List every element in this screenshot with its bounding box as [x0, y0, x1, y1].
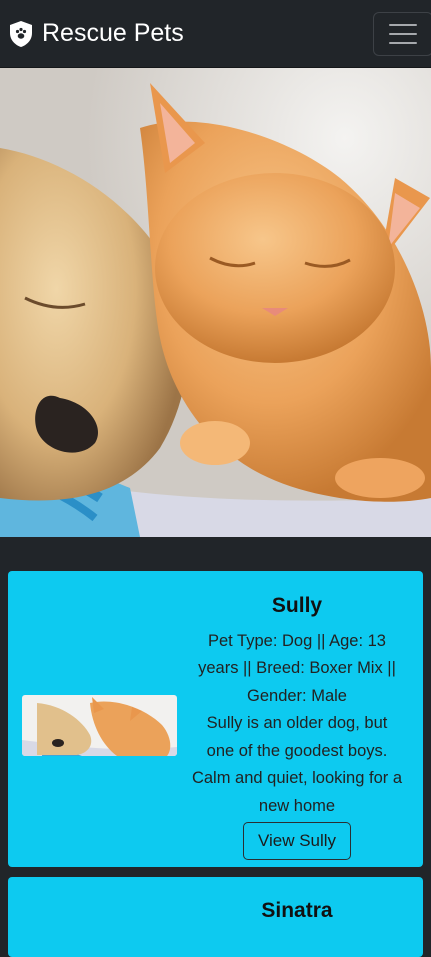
hamburger-icon	[389, 23, 417, 26]
pet-thumbnail	[22, 694, 177, 756]
pet-description: Sully is an older dog, but one of the go…	[191, 714, 403, 815]
pet-photo-thumbnail	[22, 694, 177, 756]
navbar: Rescue Pets	[0, 0, 431, 68]
pet-name: Sinatra	[261, 899, 333, 922]
hero-image	[0, 68, 431, 537]
hamburger-icon-line	[389, 41, 417, 44]
pet-card-body: Sinatra	[177, 891, 409, 933]
pet-card: Sinatra	[8, 877, 423, 957]
shield-paw-icon	[10, 20, 32, 47]
pet-name: Sully	[271, 593, 323, 617]
pet-card: Sully Pet Type: Dog || Age: 13 years || …	[8, 571, 423, 867]
view-pet-button[interactable]: View Sully	[242, 822, 352, 861]
pet-list: Sully Pet Type: Dog || Age: 13 years || …	[0, 537, 431, 957]
pet-card-body: Sully Pet Type: Dog || Age: 13 years || …	[177, 592, 409, 861]
puppy-kitten-illustration	[0, 68, 431, 537]
navbar-toggle-button[interactable]	[373, 11, 431, 56]
pet-details: Pet Type: Dog || Age: 13 years || Breed:…	[198, 631, 396, 705]
brand-link[interactable]: Rescue Pets	[8, 19, 184, 48]
hamburger-icon-line	[389, 32, 417, 35]
brand-title: Rescue Pets	[42, 19, 184, 47]
